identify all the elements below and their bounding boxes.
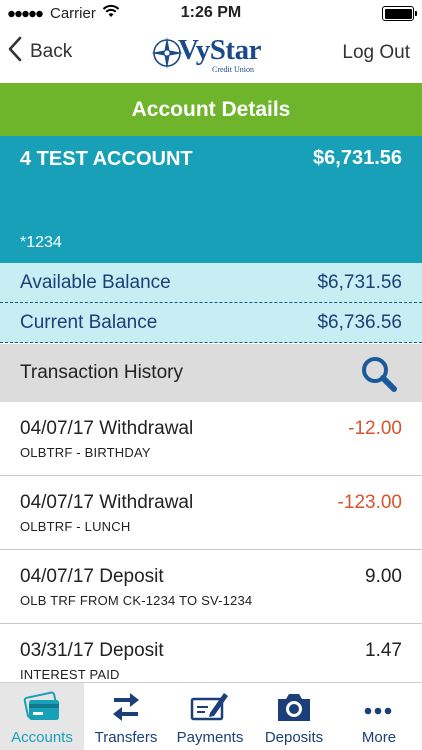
available-balance-label: Available Balance (20, 272, 171, 293)
more-dots-icon (358, 689, 398, 725)
logo-subtext: Credit Union (212, 65, 254, 74)
transaction-title: 04/07/17 Withdrawal (20, 418, 194, 439)
tab-transfers[interactable]: Transfers (84, 683, 168, 750)
back-label: Back (30, 41, 73, 62)
search-icon[interactable] (360, 356, 398, 392)
vystar-logo: VyStar Credit Union (150, 34, 272, 76)
current-balance-label: Current Balance (20, 312, 158, 333)
logout-button[interactable]: Log Out (342, 42, 410, 64)
battery-icon (382, 6, 417, 21)
tab-more-label: More (361, 729, 397, 746)
current-balance-value: $6,736.56 (317, 312, 402, 333)
available-balance-value: $6,731.56 (317, 272, 402, 293)
nav-bar: Back VyStar Credit Union Log Out (0, 28, 422, 83)
transaction-title: 04/07/17 Withdrawal (20, 492, 194, 513)
tab-payments[interactable]: Payments (168, 683, 252, 750)
transaction-history-label: Transaction History (20, 362, 183, 383)
page-title: Account Details (0, 83, 422, 136)
tab-deposits[interactable]: Deposits (252, 683, 336, 750)
tab-bar: Accounts Transfers Payments Deposits Mor… (0, 682, 422, 750)
tab-accounts-label: Accounts (11, 729, 73, 746)
status-bar: Carrier 1:26 PM (0, 0, 422, 28)
account-balance: $6,731.56 (313, 147, 402, 169)
chevron-left-icon (8, 36, 22, 68)
account-name: 4 TEST ACCOUNT (20, 148, 193, 170)
transaction-row[interactable]: 04/07/17 Withdrawal OLBTRF - LUNCH -123.… (0, 476, 422, 550)
transaction-history-header: Transaction History (0, 344, 422, 402)
transaction-title: 04/07/17 Deposit (20, 566, 164, 587)
tab-deposits-label: Deposits (264, 729, 324, 746)
back-button[interactable]: Back (8, 36, 72, 68)
account-summary-card: 4 TEST ACCOUNT $6,731.56 *1234 (0, 136, 422, 263)
tab-more[interactable]: More (336, 683, 422, 750)
tab-transfers-label: Transfers (94, 729, 158, 746)
transaction-amount: -123.00 (337, 492, 402, 513)
tab-payments-label: Payments (176, 729, 244, 746)
status-time: 1:26 PM (180, 4, 242, 21)
logo-wordmark: VyStar (178, 34, 261, 66)
accounts-card-icon (22, 689, 62, 725)
transaction-memo: OLB TRF FROM CK-1234 TO SV-1234 (20, 593, 253, 608)
camera-icon (274, 689, 314, 725)
transaction-memo: OLBTRF - LUNCH (20, 519, 131, 534)
transaction-amount: -12.00 (348, 418, 402, 439)
transfer-arrows-icon (106, 689, 146, 725)
transaction-row[interactable]: 04/07/17 Deposit OLB TRF FROM CK-1234 TO… (0, 550, 422, 624)
transaction-amount: 1.47 (365, 640, 402, 661)
transaction-amount: 9.00 (365, 566, 402, 587)
transaction-memo: INTEREST PAID (20, 667, 120, 682)
check-pen-icon (190, 689, 230, 725)
current-balance-row: Current Balance $6,736.56 (0, 303, 422, 343)
transaction-title: 03/31/17 Deposit (20, 640, 164, 661)
tab-accounts[interactable]: Accounts (0, 683, 84, 750)
transaction-row[interactable]: 04/07/17 Withdrawal OLBTRF - BIRTHDAY -1… (0, 402, 422, 476)
transaction-memo: OLBTRF - BIRTHDAY (20, 445, 151, 460)
account-number: *1234 (20, 234, 62, 251)
available-balance-row: Available Balance $6,731.56 (0, 263, 422, 303)
